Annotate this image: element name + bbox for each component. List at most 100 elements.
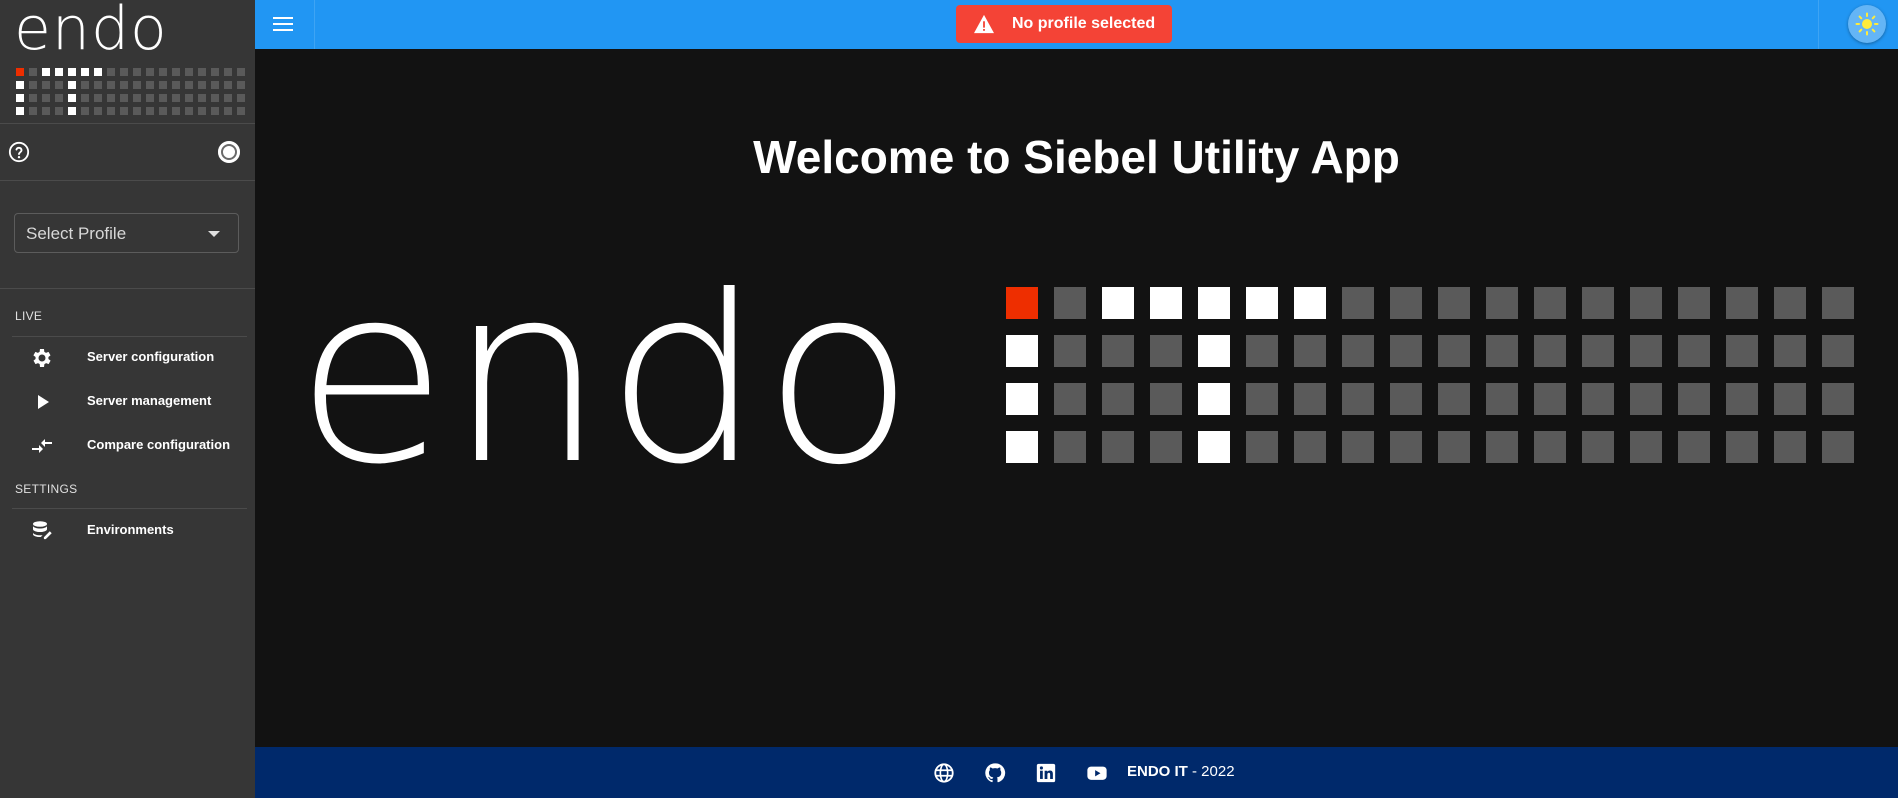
logo-grid-cell	[1534, 383, 1566, 415]
logo-grid-cell	[1726, 383, 1758, 415]
logo-grid-cell	[1534, 431, 1566, 463]
logo-grid-cell	[1390, 383, 1422, 415]
logo-grid-cell	[211, 81, 219, 89]
logo-grid-cell	[1582, 431, 1614, 463]
divider	[0, 180, 255, 181]
theme-switch-button[interactable]	[1818, 0, 1898, 49]
logo-grid-cell	[1246, 335, 1278, 367]
profile-select-placeholder: Select Profile	[26, 224, 127, 243]
logo-grid-cell	[1246, 287, 1278, 319]
play-icon	[38, 395, 49, 409]
logo-grid-cell	[198, 107, 206, 115]
menu-button[interactable]	[255, 0, 315, 49]
logo-grid-cell	[94, 107, 102, 115]
logo-grid-cell	[185, 107, 193, 115]
profile-select[interactable]: Select Profile	[14, 213, 239, 253]
logo-grid-cell	[1678, 335, 1710, 367]
logo-grid-cell	[146, 81, 154, 89]
logo-grid-cell	[1054, 383, 1086, 415]
logo-grid-cell	[29, 81, 37, 89]
logo-grid-cell	[224, 94, 232, 102]
logo-grid-cell	[81, 81, 89, 89]
logo-grid-cell	[1438, 287, 1470, 319]
logo-grid-cell	[120, 81, 128, 89]
logo-grid-cell	[1630, 335, 1662, 367]
logo-grid-cell	[1294, 431, 1326, 463]
logo-grid-cell	[1822, 335, 1854, 367]
logo-grid-cell	[16, 68, 24, 76]
logo-grid-cell	[1054, 431, 1086, 463]
logo-grid-cell	[146, 68, 154, 76]
logo-grid-cell	[16, 81, 24, 89]
warning-icon	[974, 14, 994, 34]
logo-grid-cell	[120, 107, 128, 115]
logo-grid-cell	[1582, 287, 1614, 319]
divider	[0, 288, 255, 289]
logo-grid-cell	[1054, 335, 1086, 367]
logo-grid-cell	[1150, 431, 1182, 463]
logo-grid-cell	[1198, 431, 1230, 463]
compare-arrows-icon	[32, 439, 52, 453]
logo-grid-cell	[1102, 335, 1134, 367]
logo-grid-cell	[237, 81, 245, 89]
logo-grid-cell	[68, 68, 76, 76]
logo-grid-cell	[1006, 287, 1038, 319]
logo-grid-cell	[42, 107, 50, 115]
logo-grid-cell	[159, 81, 167, 89]
logo-grid-cell	[1246, 383, 1278, 415]
logo-grid-cell	[42, 81, 50, 89]
logo-grid-cell	[29, 68, 37, 76]
nav-item-server-management[interactable]: Server management	[0, 380, 255, 420]
logo-grid-cell	[224, 68, 232, 76]
logo-grid-cell	[1678, 431, 1710, 463]
theme-toggle-switch[interactable]	[218, 141, 240, 163]
logo-grid-cell	[81, 68, 89, 76]
logo-grid-cell	[133, 68, 141, 76]
logo-grid-cell	[1054, 287, 1086, 319]
logo-grid-cell	[1486, 335, 1518, 367]
nav-item-label: Server configuration	[87, 348, 215, 364]
nav-item-environments[interactable]: Environments	[0, 509, 255, 549]
logo-grid-cell	[1822, 383, 1854, 415]
logo-grid-cell	[1342, 383, 1374, 415]
logo-grid-cell	[185, 94, 193, 102]
chevron-down-icon	[208, 231, 220, 237]
logo-grid-cell	[1534, 287, 1566, 319]
logo-grid-cell	[1390, 431, 1422, 463]
copyright-year: - 2022	[1187, 763, 1235, 780]
logo-grid-cell	[1198, 335, 1230, 367]
logo-grid-cell	[1630, 431, 1662, 463]
logo-grid-cell	[107, 68, 115, 76]
theme-switch-knob	[1848, 5, 1886, 43]
logo-grid-cell	[1726, 287, 1758, 319]
logo-grid-cell	[1774, 383, 1806, 415]
github-icon[interactable]	[984, 762, 1006, 784]
logo-grid-cell	[133, 81, 141, 89]
logo-grid-cell	[237, 68, 245, 76]
logo-grid-cell	[55, 107, 63, 115]
logo-grid-cell	[16, 94, 24, 102]
logo-grid-cell	[107, 81, 115, 89]
logo-grid-cell	[68, 107, 76, 115]
logo-grid-cell	[1438, 383, 1470, 415]
logo-grid-cell	[1150, 383, 1182, 415]
nav-item-server-configuration[interactable]: Server configuration	[0, 336, 255, 376]
help-icon[interactable]	[8, 141, 30, 163]
youtube-icon[interactable]	[1086, 762, 1108, 784]
logo-grid-cell	[1582, 335, 1614, 367]
logo-grid-cell	[1006, 431, 1038, 463]
logo-grid-cell	[237, 94, 245, 102]
nav-item-label: Compare configuration	[87, 436, 231, 452]
nav-item-label: Environments	[87, 521, 174, 537]
endo-logo-text: endo	[295, 285, 915, 465]
logo-grid-cell	[120, 94, 128, 102]
logo-grid-cell	[1390, 335, 1422, 367]
sidebar-logo-text: endo	[14, 0, 168, 64]
globe-icon[interactable]	[933, 762, 955, 784]
logo-grid-cell	[172, 68, 180, 76]
nav-item-compare-configuration[interactable]: Compare configuration	[0, 424, 255, 464]
logo-grid-cell	[1102, 383, 1134, 415]
logo-grid-cell	[211, 94, 219, 102]
logo-grid-cell	[94, 81, 102, 89]
linkedin-icon[interactable]	[1035, 762, 1057, 784]
